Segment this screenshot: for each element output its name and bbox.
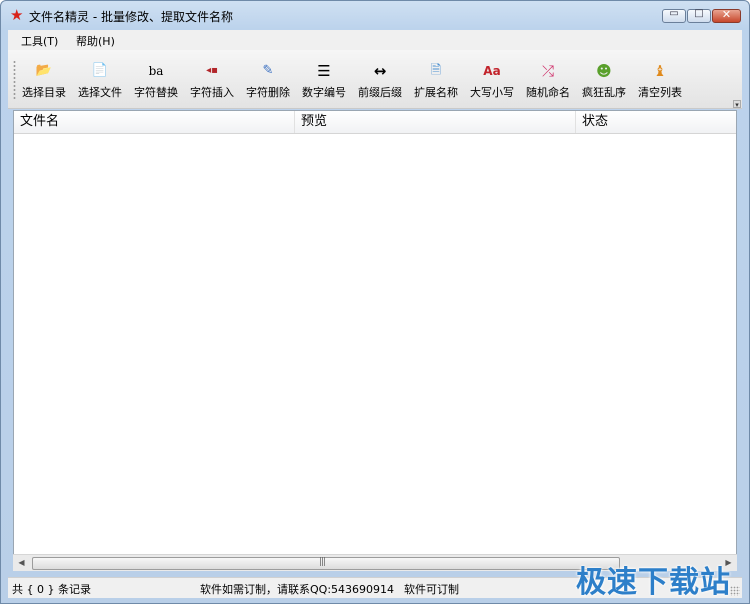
case-icon: Aa <box>483 64 501 78</box>
close-button[interactable]: ✕ <box>712 8 741 23</box>
column-header-status[interactable]: 状态 <box>576 111 736 133</box>
title-bar[interactable]: ★ 文件名精灵 - 批量修改、提取文件名称 ▭ □ ✕ <box>1 1 749 30</box>
menu-bar: 工具(T) 帮助(H) <box>8 30 742 50</box>
file-icon: 📄 <box>91 63 109 78</box>
eraser-icon: ✎ <box>262 63 274 78</box>
clear-list-button[interactable]: ♝ 清空列表 <box>632 60 688 104</box>
record-count: 共 { 0 } 条记录 <box>12 583 91 596</box>
select-directory-button[interactable]: 📂 选择目录 <box>16 60 72 104</box>
menu-help[interactable]: 帮助(H) <box>76 33 115 49</box>
extension-file-icon: 🗎 <box>430 63 442 78</box>
folder-open-icon: 📂 <box>35 63 53 78</box>
column-header-preview[interactable]: 预览 <box>295 111 576 133</box>
upper-lower-case-button[interactable]: Aa 大写小写 <box>464 60 520 104</box>
resize-grip[interactable] <box>730 586 740 596</box>
frog-icon: ☻ <box>596 62 612 80</box>
insert-chars-button[interactable]: ◂▪ 字符插入 <box>184 60 240 104</box>
menu-tools[interactable]: 工具(T) <box>21 33 58 49</box>
arrows-left-right-icon: ↔ <box>373 62 387 80</box>
contact-info: 软件如需订制，请联系QQ:543690914 <box>200 583 395 596</box>
numbered-list-icon: ☰ <box>317 62 331 80</box>
close-icon: ✕ <box>721 8 732 21</box>
minimize-icon: ▭ <box>669 8 679 19</box>
crazy-shuffle-button[interactable]: ☻ 疯狂乱序 <box>576 60 632 104</box>
file-list[interactable]: 文件名 预览 状态 <box>13 110 737 571</box>
delete-chars-button[interactable]: ✎ 字符删除 <box>240 60 296 104</box>
scrollbar-thumb[interactable]: ||| <box>32 557 620 570</box>
column-header-filename[interactable]: 文件名 <box>14 111 295 133</box>
extension-name-button[interactable]: 🗎 扩展名称 <box>408 60 464 104</box>
replace-chars-button[interactable]: ba 字符替换 <box>128 60 184 104</box>
clear-list-icon: ♝ <box>653 62 667 80</box>
select-file-button[interactable]: 📄 选择文件 <box>72 60 128 104</box>
replace-text-icon: ba <box>148 64 164 78</box>
app-window: ★ 文件名精灵 - 批量修改、提取文件名称 ▭ □ ✕ 工具(T) 帮助(H) … <box>0 0 750 604</box>
minimize-button[interactable]: ▭ <box>662 8 686 23</box>
custom-info: 软件可订制 <box>404 583 459 596</box>
red-star-icon: ★ <box>10 6 24 24</box>
toolbar-overflow-button[interactable]: ▾ <box>733 100 741 109</box>
maximize-icon: □ <box>694 8 704 19</box>
number-button[interactable]: ☰ 数字编号 <box>296 60 352 104</box>
chevron-down-icon: ▾ <box>735 101 739 109</box>
random-name-button[interactable]: ⤮ 随机命名 <box>520 60 576 104</box>
list-header: 文件名 预览 状态 <box>14 111 736 134</box>
toolbar: 📂 选择目录 📄 选择文件 ba 字符替换 ◂▪ 字符插入 ✎ 字符删除 ☰ 数… <box>8 50 742 109</box>
prefix-suffix-button[interactable]: ↔ 前缀后缀 <box>352 60 408 104</box>
shuffle-icon: ⤮ <box>541 62 554 80</box>
arrow-left-icon: ◀ <box>18 558 25 567</box>
watermark-logo: 极速下载站 <box>576 565 731 600</box>
maximize-button[interactable]: □ <box>687 8 711 23</box>
scroll-left-button[interactable]: ◀ <box>13 555 30 571</box>
window-title: 文件名精灵 - 批量修改、提取文件名称 <box>29 10 233 24</box>
insert-text-icon: ◂▪ <box>206 65 218 76</box>
grip-icon: ||| <box>319 557 326 567</box>
